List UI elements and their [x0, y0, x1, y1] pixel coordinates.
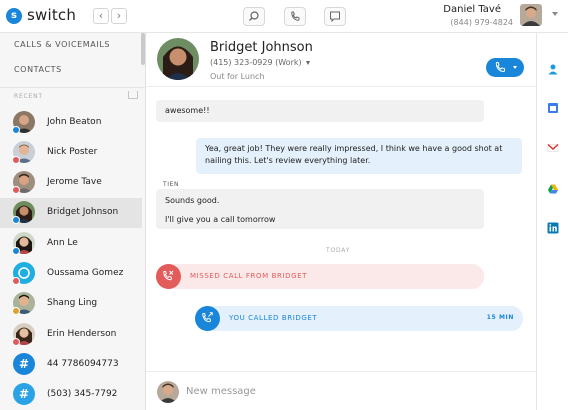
dialpad-button[interactable] [284, 7, 306, 26]
message-text: Sounds good. [165, 196, 220, 205]
contact-bridget-johnson[interactable]: Bridget Johnson [0, 198, 142, 228]
outgoing-call-label: YOU CALLED BRIDGET [229, 314, 318, 322]
message-incoming: awesome!! [156, 100, 484, 122]
contact-name: 44 7786094773 [47, 359, 119, 369]
account-menu-chevron-down-icon[interactable] [552, 12, 558, 16]
contact-name: Nick Poster [47, 147, 98, 157]
sidebar-scrollbar[interactable] [141, 33, 145, 65]
contact-phone-selector[interactable]: (415) 323-0929 (Work) [210, 58, 310, 67]
call-duration: 15 MIN [486, 314, 514, 321]
call-button[interactable] [486, 58, 524, 77]
phone-icon [495, 62, 505, 73]
outgoing-call-icon [195, 306, 220, 331]
divider [0, 87, 146, 88]
contact-ann-le[interactable]: Ann Le [0, 229, 142, 259]
user-avatar-image [520, 4, 542, 26]
channel-badge-icon [12, 156, 20, 164]
user-name[interactable]: Daniel Tavé [443, 4, 501, 15]
search-button[interactable] [243, 7, 265, 26]
nav-calls-voicemails[interactable]: CALLS & VOICEMAILS [14, 40, 110, 49]
brand-name: switch [27, 6, 77, 24]
contact-john-beaton[interactable]: John Beaton [0, 108, 142, 138]
hash-icon: # [13, 383, 35, 405]
channel-badge-icon [12, 307, 20, 315]
channel-badge-icon [12, 126, 20, 134]
conversation-header: Bridget Johnson (415) 323-0929 (Work) Ou… [146, 33, 536, 87]
switch-logo-icon: s [6, 8, 22, 24]
calendar-icon[interactable] [547, 102, 559, 114]
message-outgoing: Yea, great job! They were really impress… [196, 138, 522, 174]
message-group: Sounds good. I'll give you a call tomorr… [156, 189, 484, 229]
phone-icon [291, 11, 300, 21]
forward-button[interactable]: › [111, 8, 127, 24]
contact-name: Jerome Tave [47, 177, 102, 187]
channel-badge-icon [12, 216, 20, 224]
contact-name: Erin Henderson [47, 329, 117, 339]
message-composer [146, 371, 536, 410]
integrations-bar [536, 33, 568, 410]
new-message-button[interactable] [324, 7, 346, 26]
contact-avatar[interactable] [157, 38, 199, 80]
channel-badge-icon [12, 338, 20, 346]
contact-number-2[interactable]: # (503) 345-7792 [0, 380, 142, 410]
day-divider: TODAY [326, 247, 351, 254]
contact-name: (503) 345-7792 [47, 389, 118, 399]
chevron-down-icon [305, 60, 310, 65]
contact-nick-poster[interactable]: Nick Poster [0, 138, 142, 168]
contact-name: Oussama Gomez [47, 268, 124, 278]
inbox-icon[interactable] [128, 91, 138, 99]
linkedin-icon[interactable] [547, 222, 559, 234]
contact-number-1[interactable]: # 44 7786094773 [0, 350, 142, 380]
back-button[interactable]: ‹ [93, 8, 109, 24]
conversation-panel: Bridget Johnson (415) 323-0929 (Work) Ou… [146, 33, 536, 410]
message-text: I'll give you a call tomorrow [165, 215, 276, 224]
contact-icon[interactable] [547, 63, 559, 75]
contact-phone: (415) 323-0929 (Work) [210, 58, 302, 67]
chat-bubble-icon [330, 11, 340, 23]
contact-shang-ling[interactable]: Shang Ling [0, 289, 142, 319]
sidebar: CALLS & VOICEMAILS CONTACTS RECENT John … [0, 33, 146, 410]
missed-call-event[interactable]: MISSED CALL FROM BRIDGET [156, 264, 484, 289]
recent-label: RECENT [14, 93, 43, 100]
gmail-icon[interactable] [547, 142, 559, 154]
new-message-input[interactable] [186, 382, 516, 400]
channel-badge-icon [12, 277, 20, 285]
hash-icon: # [13, 353, 35, 375]
outgoing-call-event[interactable]: YOU CALLED BRIDGET 15 MIN [195, 306, 523, 331]
user-avatar [157, 381, 179, 403]
google-drive-icon[interactable] [547, 183, 559, 195]
contact-status: Out for Lunch [210, 72, 265, 81]
user-avatar[interactable] [520, 4, 542, 26]
channel-badge-icon [12, 186, 20, 194]
nav-contacts[interactable]: CONTACTS [14, 65, 62, 74]
contact-name: John Beaton [47, 117, 102, 127]
contact-jerome-tave[interactable]: Jerome Tave [0, 168, 142, 198]
search-icon [249, 11, 259, 21]
contact-oussama-gomez[interactable]: Oussama Gomez [0, 259, 142, 289]
contact-name: Ann Le [47, 238, 78, 248]
contact-name: Bridget Johnson [47, 207, 119, 217]
sender-label: TIEN [163, 181, 180, 188]
contact-name-heading: Bridget Johnson [210, 40, 313, 55]
missed-call-label: MISSED CALL FROM BRIDGET [190, 272, 308, 280]
channel-badge-icon [12, 247, 20, 255]
user-phone: (844) 979-4824 [450, 18, 513, 27]
contact-name: Shang Ling [47, 298, 98, 308]
contact-erin-henderson[interactable]: Erin Henderson [0, 320, 142, 350]
top-bar: s switch ‹ › Daniel Tavé (844) 979-4824 [0, 0, 568, 33]
missed-call-icon [156, 264, 181, 289]
call-options-chevron-down-icon[interactable] [513, 66, 517, 69]
